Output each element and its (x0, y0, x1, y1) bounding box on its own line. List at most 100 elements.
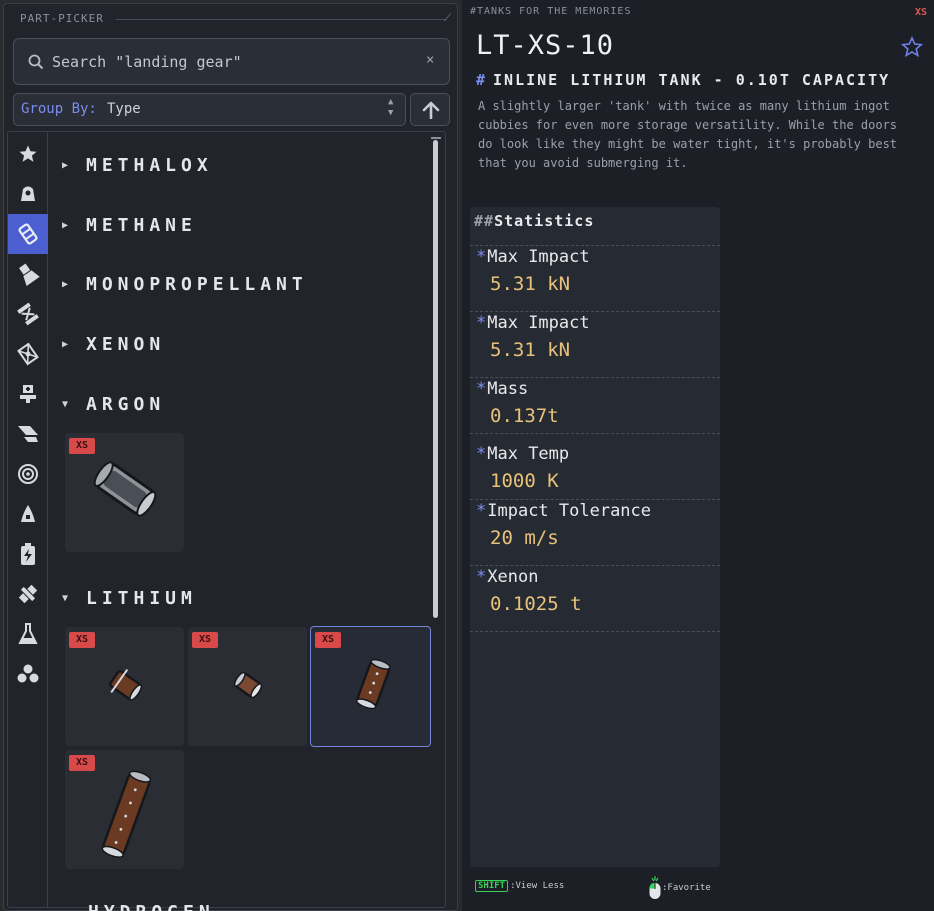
size-badge: XS (192, 632, 218, 648)
rail-aero[interactable] (8, 414, 48, 454)
rail-fuel-tanks[interactable] (8, 214, 48, 254)
rail-couplers[interactable] (8, 294, 48, 334)
stat-label: Max Temp (487, 444, 570, 464)
lithium-tank-icon (233, 671, 263, 699)
part-tile-lithium-1[interactable]: XS (65, 627, 184, 746)
category-rail (8, 132, 48, 908)
size-badge: XS (69, 632, 95, 648)
expanded-arrow-icon: ▼ (62, 398, 69, 410)
category-hydrogen-peek[interactable]: HYDROGEN (88, 902, 215, 911)
heading-hash: ## (474, 212, 495, 230)
stat-label: Max Impact (487, 313, 590, 333)
divider (470, 631, 720, 632)
search-icon (28, 54, 44, 70)
category-label: METHALOX (86, 154, 213, 176)
stat-label: Max Impact (487, 247, 590, 267)
rail-ground[interactable] (8, 454, 48, 494)
rail-communication[interactable] (8, 574, 48, 614)
collapsed-arrow-icon: ▶ (62, 159, 69, 171)
shift-key-badge: SHIFT (475, 880, 509, 892)
hint-text: :Favorite (662, 883, 711, 893)
statistics-title: Statistics (494, 212, 595, 230)
stat-marker: * (476, 379, 487, 399)
stat-value: 0.1025 t (490, 593, 582, 615)
collapsed-arrow-icon: ▶ (62, 278, 69, 290)
part-tile-lithium-4[interactable]: XS (65, 750, 184, 869)
size-badge: XS (315, 632, 341, 648)
category-label: LITHIUM (86, 587, 197, 609)
stat-row: *Max Impact 5.31 kN (470, 245, 720, 311)
category-monopropellant[interactable]: ▶ MONOPROPELLANT (62, 269, 308, 299)
category-methane[interactable]: ▶ METHANE (62, 210, 197, 240)
sort-direction-button[interactable] (410, 93, 450, 126)
argon-tank-icon (93, 461, 157, 517)
group-by-label: Group By: (21, 101, 97, 117)
part-tile-argon-tank[interactable]: XS (65, 433, 184, 552)
category-label: MONOPROPELLANT (86, 273, 308, 295)
stat-label: Xenon (487, 567, 539, 587)
expanded-arrow-icon: ▼ (62, 592, 69, 604)
type-hash: # (476, 71, 488, 89)
part-type: # INLINE LITHIUM TANK - 0.10T CAPACITY (476, 71, 890, 89)
category-xenon[interactable]: ▶ XENON (62, 329, 165, 359)
arrow-up-icon (422, 101, 440, 119)
rail-resources[interactable] (8, 654, 48, 694)
clear-search-icon[interactable]: × (426, 52, 434, 68)
title-divider (116, 19, 446, 20)
select-arrows-icon: ▲ ▼ (388, 97, 394, 118)
capsule-icon (21, 186, 35, 201)
stat-row: *Max Impact 5.31 kN (470, 311, 720, 377)
resize-corner-icon[interactable]: ⟋ (444, 13, 451, 24)
stat-row: *Xenon 0.1025 t (470, 565, 720, 631)
rail-engines[interactable] (8, 254, 48, 294)
stat-marker: * (476, 567, 487, 587)
rail-nose-cones[interactable] (8, 494, 48, 534)
rail-docking[interactable] (8, 374, 48, 414)
stat-value: 5.31 kN (490, 273, 571, 295)
rail-science[interactable] (8, 614, 48, 654)
stat-value: 1000 K (490, 470, 559, 492)
category-label: ARGON (86, 393, 166, 415)
stat-marker: * (476, 247, 487, 267)
wing-icon (18, 426, 38, 442)
scrollbar-thumb[interactable] (433, 140, 438, 618)
collapsed-arrow-icon: ▶ (62, 338, 69, 350)
scrollbar-cap (431, 137, 441, 139)
stat-label: Mass (487, 379, 529, 399)
nose-cone-icon (21, 505, 35, 522)
favorite-star-icon[interactable] (901, 36, 923, 58)
category-argon[interactable]: ▼ ARGON (62, 389, 165, 419)
rail-pods[interactable] (8, 174, 48, 214)
favorite-hint: :Favorite (648, 876, 711, 900)
breadcrumb: #TANKS FOR THE MEMORIES (470, 6, 632, 17)
search-input[interactable] (52, 51, 422, 73)
rail-electrical[interactable] (8, 534, 48, 574)
stat-marker: * (476, 501, 487, 521)
star-icon (19, 145, 37, 162)
battery-icon (21, 543, 35, 565)
docking-port-icon (20, 385, 36, 403)
rail-structural[interactable] (8, 334, 48, 374)
part-title: LT-XS-10 (476, 30, 615, 61)
stat-marker: * (476, 313, 487, 333)
stat-value: 20 m/s (490, 527, 559, 549)
size-tag: XS (915, 7, 928, 18)
part-detail-panel: #TANKS FOR THE MEMORIES XS LT-XS-10 # INL… (462, 0, 934, 911)
rail-favorites[interactable] (8, 134, 48, 174)
category-methalox[interactable]: ▶ METHALOX (62, 150, 213, 180)
stat-value: 5.31 kN (490, 339, 571, 361)
part-tile-lithium-2[interactable]: XS (188, 627, 307, 746)
category-label: XENON (86, 333, 166, 355)
mouse-click-icon (649, 876, 661, 899)
category-lithium[interactable]: ▼ LITHIUM (62, 583, 197, 613)
coupler-icon (17, 302, 39, 326)
wheel-icon (18, 464, 38, 484)
group-by-select[interactable]: Group By: Type ▲ ▼ (13, 93, 406, 126)
lithium-tank-icon (355, 658, 391, 710)
picker-title: PART-PICKER (20, 12, 104, 25)
collapsed-arrow-icon: ▶ (62, 219, 69, 231)
group-by-value: Type (107, 101, 141, 117)
part-tile-lt-xs-10[interactable]: XS (310, 626, 431, 747)
lithium-tank-icon (101, 770, 152, 858)
lithium-tank-icon (109, 668, 143, 701)
